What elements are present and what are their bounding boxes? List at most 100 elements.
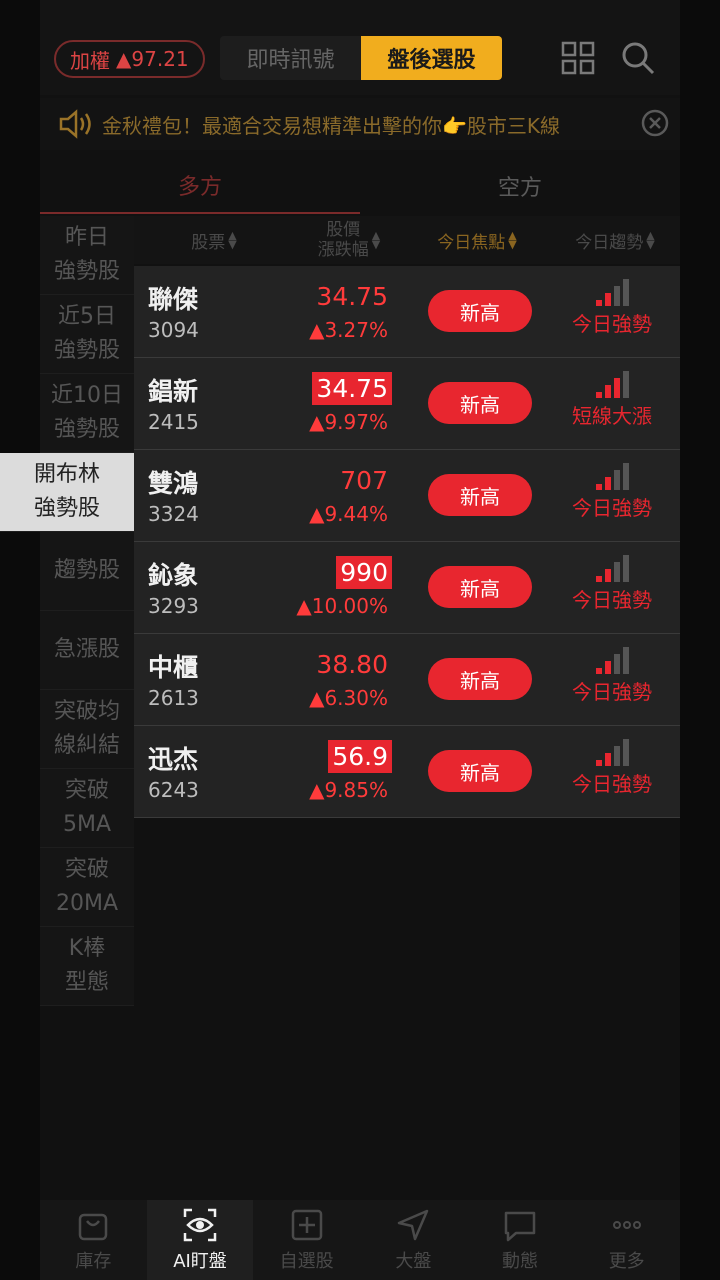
- stock-change: ▲9.44%: [309, 502, 388, 526]
- focus-badge[interactable]: 新高: [428, 290, 532, 332]
- tab-short[interactable]: 空方: [360, 158, 680, 214]
- focus-badge[interactable]: 新高: [428, 750, 532, 792]
- stock-price: 38.80: [316, 650, 388, 679]
- category-sidebar: 昨日 強勢股 近5日 強勢股 近10日 強勢股 開布林 強勢股 趨勢股 急漲股 …: [0, 216, 134, 1006]
- sort-icon: ▲ ▼: [371, 229, 381, 251]
- stock-name: 聯傑: [148, 285, 199, 314]
- category-item[interactable]: 近10日 強勢股: [40, 374, 134, 453]
- more-icon: [612, 1221, 641, 1229]
- bag-icon: [79, 1213, 108, 1241]
- nav-label: 動態: [502, 1251, 539, 1272]
- table-row[interactable]: 錩新 2415 34.75 ▲9.97% 新高 短線大漲: [134, 358, 680, 450]
- signal-strength-icon: [562, 276, 662, 306]
- stock-price: 56.9: [328, 740, 392, 773]
- stock-name: 鈊象: [148, 561, 199, 590]
- trend-label: 短線大漲: [572, 404, 652, 428]
- table-row[interactable]: 中櫃 2613 38.80 ▲6.30% 新高 今日強勢: [134, 634, 680, 726]
- column-price[interactable]: 股價 漲跌幅 ▲ ▼: [294, 220, 404, 260]
- trend-cell: 今日強勢: [562, 736, 662, 797]
- stock-name: 錩新: [148, 377, 199, 406]
- trend-cell: 今日強勢: [562, 644, 662, 705]
- stock-price: 34.75: [312, 372, 392, 405]
- focus-badge[interactable]: 新高: [428, 566, 532, 608]
- direction-tabs: 多方 空方: [40, 158, 680, 214]
- speaker-icon: [59, 109, 91, 139]
- column-stock-label: 股票: [191, 232, 226, 253]
- stock-name: 中櫃: [148, 653, 199, 682]
- nav-market[interactable]: 大盤: [360, 1200, 467, 1280]
- index-pill[interactable]: 加權 ▲97.21: [54, 40, 205, 78]
- nav-label: AI盯盤: [173, 1251, 227, 1272]
- stock-change: ▲6.30%: [309, 686, 388, 710]
- stock-change: ▲3.27%: [309, 318, 388, 342]
- stock-name: 雙鴻: [148, 469, 199, 498]
- sort-icon: ▲ ▼: [228, 229, 237, 251]
- column-stock[interactable]: 股票 ▲ ▼: [134, 228, 294, 253]
- index-label: 加權: [70, 48, 110, 73]
- signal-strength-icon: [562, 552, 662, 582]
- category-item-active[interactable]: 開布林 強勢股: [0, 453, 134, 532]
- grid-icon[interactable]: [560, 40, 596, 76]
- trend-cell: 今日強勢: [562, 276, 662, 337]
- stock-name: 迅杰: [148, 745, 199, 774]
- column-focus[interactable]: 今日焦點 ▲ ▼: [404, 228, 550, 253]
- nav-more[interactable]: 更多: [573, 1200, 680, 1280]
- close-circle-icon[interactable]: [640, 108, 670, 138]
- column-trend-label: 今日趨勢: [575, 232, 644, 253]
- nav-label: 更多: [608, 1251, 645, 1272]
- trend-label: 今日強勢: [572, 680, 652, 704]
- stock-list: 聯傑 3094 34.75 ▲3.27% 新高 今日強勢 錩新 2415 34.…: [134, 266, 680, 818]
- table-row[interactable]: 聯傑 3094 34.75 ▲3.27% 新高 今日強勢: [134, 266, 680, 358]
- category-item[interactable]: 突破均 線糾結: [40, 690, 134, 769]
- category-item[interactable]: 昨日 強勢股: [40, 216, 134, 295]
- category-item[interactable]: 急漲股: [40, 611, 134, 690]
- stock-code: 2415: [148, 410, 199, 434]
- table-row[interactable]: 雙鴻 3324 707 ▲9.44% 新高 今日強勢: [134, 450, 680, 542]
- table-row[interactable]: 迅杰 6243 56.9 ▲9.85% 新高 今日強勢: [134, 726, 680, 818]
- stock-code: 3293: [148, 594, 199, 618]
- stock-code: 6243: [148, 778, 199, 802]
- announcement-text: 金秋禮包！最適合交易想精準出擊的你👉股市三K線: [102, 113, 561, 138]
- tab-after-hours-picks[interactable]: 盤後選股: [361, 36, 502, 80]
- bottom-nav: 庫存 AI盯盤 自選股 大盤 動態 更多: [40, 1200, 680, 1280]
- sort-icon: ▲ ▼: [646, 229, 655, 251]
- top-header: 加權 ▲97.21 即時訊號 盤後選股: [40, 0, 680, 95]
- trend-cell: 短線大漲: [562, 368, 662, 429]
- navigation-icon: [398, 1209, 429, 1241]
- search-icon[interactable]: [620, 40, 656, 76]
- trend-label: 今日強勢: [572, 772, 652, 796]
- announcement-marquee[interactable]: 金秋禮包！最適合交易想精準出擊的你👉股市三K線: [40, 98, 680, 150]
- stock-price: 707: [340, 466, 388, 495]
- stock-code: 2613: [148, 686, 199, 710]
- nav-feed[interactable]: 動態: [467, 1200, 574, 1280]
- sort-icon: ▲ ▼: [508, 229, 517, 251]
- tab-realtime-signal[interactable]: 即時訊號: [220, 36, 361, 80]
- category-item[interactable]: 突破 5MA: [40, 769, 134, 848]
- focus-badge[interactable]: 新高: [428, 658, 532, 700]
- nav-inventory[interactable]: 庫存: [40, 1200, 147, 1280]
- category-item[interactable]: 近5日 強勢股: [40, 295, 134, 374]
- signal-strength-icon: [562, 736, 662, 766]
- category-item[interactable]: 突破 20MA: [40, 848, 134, 927]
- trend-cell: 今日強勢: [562, 552, 662, 613]
- mode-segmented-control: 即時訊號 盤後選股: [220, 36, 502, 80]
- nav-label: 大盤: [395, 1251, 432, 1272]
- table-row[interactable]: 鈊象 3293 990 ▲10.00% 新高 今日強勢: [134, 542, 680, 634]
- stock-code: 3324: [148, 502, 199, 526]
- eye-scan-icon: [183, 1208, 217, 1242]
- trend-label: 今日強勢: [572, 588, 652, 612]
- category-item[interactable]: 趨勢股: [40, 532, 134, 611]
- trend-label: 今日強勢: [572, 496, 652, 520]
- stock-price: 990: [336, 556, 392, 589]
- nav-ai-watch[interactable]: AI盯盤: [146, 1200, 254, 1280]
- focus-badge[interactable]: 新高: [428, 474, 532, 516]
- tab-long[interactable]: 多方: [40, 158, 360, 214]
- column-trend[interactable]: 今日趨勢 ▲ ▼: [550, 228, 680, 253]
- signal-strength-icon: [562, 368, 662, 398]
- category-item[interactable]: K棒 型態: [40, 927, 134, 1006]
- signal-strength-icon: [562, 644, 662, 674]
- stock-price: 34.75: [316, 282, 388, 311]
- trend-label: 今日強勢: [572, 312, 652, 336]
- nav-watchlist[interactable]: 自選股: [253, 1200, 360, 1280]
- focus-badge[interactable]: 新高: [428, 382, 532, 424]
